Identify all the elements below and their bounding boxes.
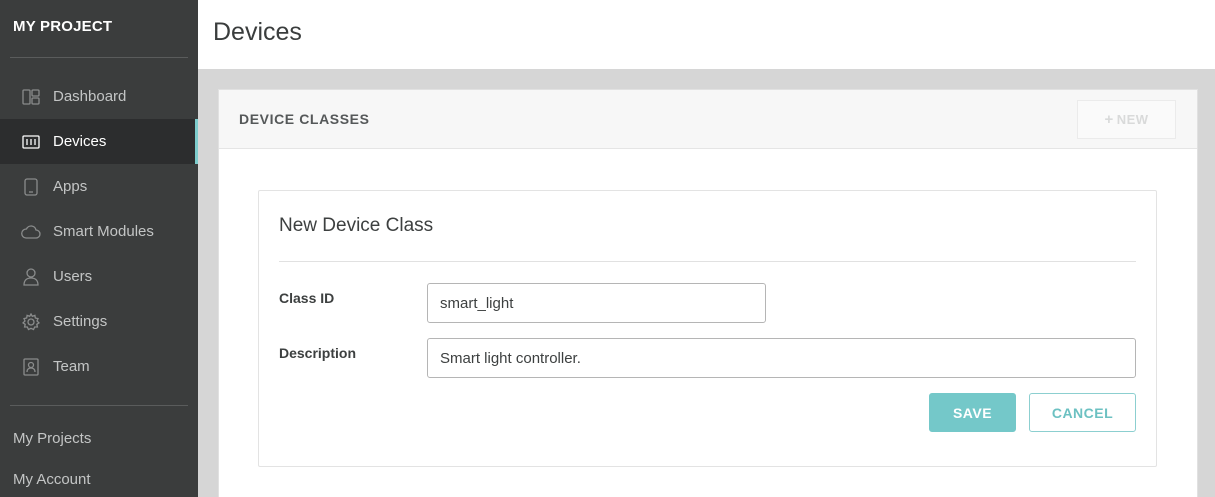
new-button-label: NEW [1116, 112, 1149, 127]
device-classes-panel: DEVICE CLASSES + NEW New Device Class Cl… [218, 89, 1198, 497]
description-input[interactable] [427, 338, 1136, 378]
team-icon [20, 356, 42, 378]
sidebar-item-label: Apps [53, 178, 88, 195]
sidebar-divider [10, 57, 188, 58]
devices-icon [20, 131, 42, 153]
my-account-link[interactable]: My Account [0, 463, 198, 497]
class-id-input[interactable] [427, 283, 766, 323]
phone-icon [20, 176, 42, 198]
sidebar-item-team[interactable]: Team [0, 344, 198, 389]
sidebar-item-label: Team [53, 358, 90, 375]
page-title: Devices [213, 18, 302, 46]
sidebar-item-label: Devices [53, 133, 107, 150]
my-projects-link[interactable]: My Projects [0, 422, 198, 463]
sidebar-bottom-links: My Projects My Account [0, 422, 198, 497]
sidebar-item-dashboard[interactable]: Dashboard [0, 74, 198, 119]
save-button[interactable]: SAVE [929, 393, 1016, 432]
panel-header: DEVICE CLASSES + NEW [219, 90, 1197, 149]
class-id-label: Class ID [279, 290, 335, 306]
panel-title: DEVICE CLASSES [239, 111, 370, 127]
sidebar-item-label: Settings [53, 313, 108, 330]
new-button[interactable]: + NEW [1077, 100, 1176, 139]
cloud-icon [20, 221, 42, 243]
sidebar-item-label: Users [53, 268, 93, 285]
sidebar-item-label: Dashboard [53, 88, 127, 105]
sidebar-item-users[interactable]: Users [0, 254, 198, 299]
sidebar: MY PROJECT Dashboard Devices Apps Smart … [0, 0, 198, 497]
new-device-class-form: New Device Class Class ID Description SA… [258, 190, 1157, 467]
project-name[interactable]: MY PROJECT [0, 0, 198, 57]
sidebar-nav: Dashboard Devices Apps Smart Modules Use… [0, 74, 198, 389]
sidebar-item-devices[interactable]: Devices [0, 119, 198, 164]
cancel-button[interactable]: CANCEL [1029, 393, 1136, 432]
description-label: Description [279, 345, 357, 361]
sidebar-item-label: Smart Modules [53, 223, 154, 240]
sidebar-item-apps[interactable]: Apps [0, 164, 198, 209]
user-icon [20, 266, 42, 288]
sidebar-item-smart-modules[interactable]: Smart Modules [0, 209, 198, 254]
sidebar-divider [10, 405, 188, 406]
sidebar-item-settings[interactable]: Settings [0, 299, 198, 344]
plus-icon: + [1104, 111, 1114, 128]
form-divider [279, 261, 1136, 262]
page-header: Devices [198, 0, 1215, 69]
gear-icon [20, 311, 42, 333]
dashboard-icon [20, 86, 42, 108]
form-title: New Device Class [279, 215, 434, 236]
